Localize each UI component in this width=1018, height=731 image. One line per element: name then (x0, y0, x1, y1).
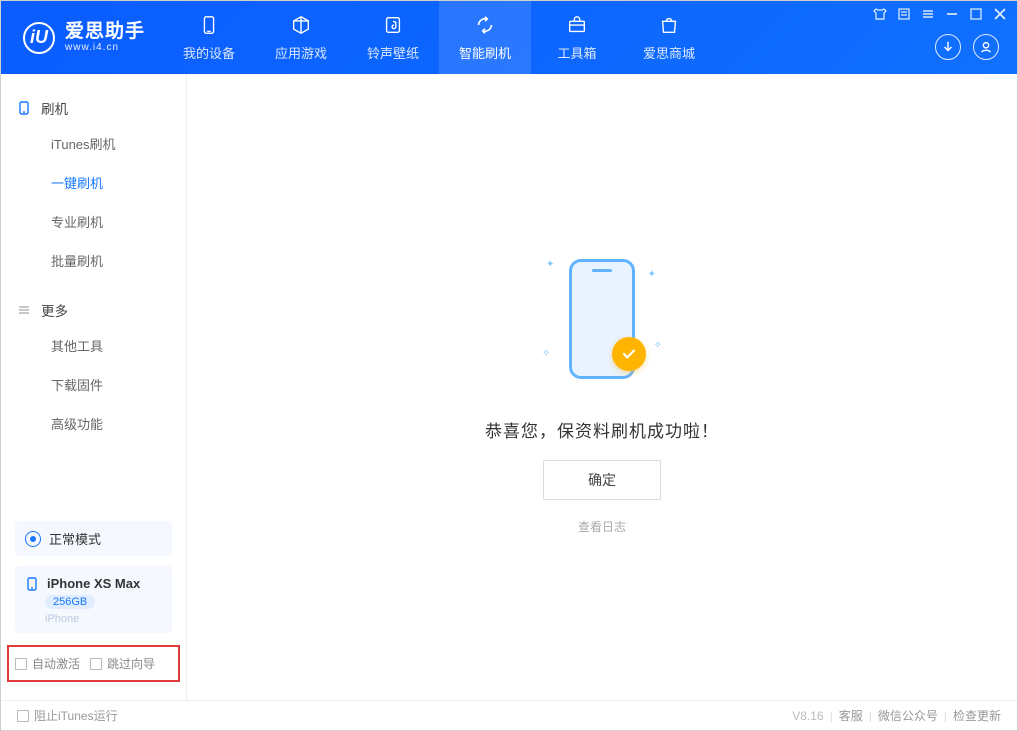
toolbox-icon (565, 13, 589, 37)
list-icon (17, 303, 31, 317)
note-icon[interactable] (897, 7, 911, 21)
app-title: 爱思助手 (65, 22, 145, 43)
mode-icon (25, 531, 41, 547)
options-highlight-box: 自动激活 跳过向导 (7, 645, 180, 682)
sparkle-icon: ✦ (648, 269, 656, 280)
success-illustration: ✦ ✦ ✧ ✧ (532, 239, 672, 399)
statusbar: 阻止iTunes运行 V8.16 | 客服 | 微信公众号 | 检查更新 (1, 700, 1017, 730)
account-button[interactable] (973, 34, 999, 60)
sidebar-item-batch-flash[interactable]: 批量刷机 (1, 241, 186, 280)
menu-icon[interactable] (921, 7, 935, 21)
nav-ringtones[interactable]: 铃声壁纸 (347, 1, 439, 74)
success-badge-icon (612, 337, 646, 371)
main-content: ✦ ✦ ✧ ✧ 恭喜您，保资料刷机成功啦！ 确定 查看日志 (187, 74, 1017, 700)
sidebar-item-download-firmware[interactable]: 下载固件 (1, 365, 186, 404)
device-icon (197, 13, 221, 37)
checkbox-icon (90, 658, 102, 670)
device-card[interactable]: iPhone XS Max 256GB iPhone (15, 566, 172, 633)
app-window: iU 爱思助手 www.i4.cn 我的设备 应用游戏 铃声壁纸 智能刷机 (0, 0, 1018, 731)
link-wechat[interactable]: 微信公众号 (878, 707, 938, 724)
minimize-icon[interactable] (945, 7, 959, 21)
logo-text: 爱思助手 www.i4.cn (65, 22, 145, 54)
device-storage: 256GB (45, 595, 95, 609)
sparkle-icon: ✧ (542, 348, 550, 359)
sidebar-item-itunes-flash[interactable]: iTunes刷机 (1, 124, 186, 163)
logo-icon: iU (23, 22, 55, 54)
shirt-icon[interactable] (873, 7, 887, 21)
sidebar-item-pro-flash[interactable]: 专业刷机 (1, 202, 186, 241)
checkbox-skip-wizard[interactable]: 跳过向导 (90, 655, 155, 672)
sidebar-section-more: 更多 (1, 294, 186, 326)
device-kind: iPhone (45, 613, 162, 625)
sidebar-section-more-title: 更多 (41, 300, 68, 320)
logo: iU 爱思助手 www.i4.cn (1, 22, 163, 54)
app-subtitle: www.i4.cn (65, 42, 145, 53)
header-right (935, 34, 999, 60)
maximize-icon[interactable] (969, 7, 983, 21)
phone-icon (17, 101, 31, 115)
device-mode-chip[interactable]: 正常模式 (15, 521, 172, 556)
checkbox-icon (15, 658, 27, 670)
device-phone-icon (25, 577, 39, 591)
cube-icon (289, 13, 313, 37)
version-label: V8.16 (792, 709, 823, 723)
close-icon[interactable] (993, 7, 1007, 21)
sidebar-item-advanced[interactable]: 高级功能 (1, 404, 186, 443)
link-support[interactable]: 客服 (839, 707, 863, 724)
nav-toolbox[interactable]: 工具箱 (531, 1, 623, 74)
download-button[interactable] (935, 34, 961, 60)
sidebar-item-other-tools[interactable]: 其他工具 (1, 326, 186, 365)
music-icon (381, 13, 405, 37)
window-controls (873, 7, 1007, 21)
nav-store[interactable]: 爱思商城 (623, 1, 715, 74)
header: iU 爱思助手 www.i4.cn 我的设备 应用游戏 铃声壁纸 智能刷机 (1, 1, 1017, 74)
checkbox-icon (17, 710, 29, 722)
bag-icon (657, 13, 681, 37)
nav-apps-games[interactable]: 应用游戏 (255, 1, 347, 74)
device-mode-label: 正常模式 (49, 529, 101, 548)
main-nav: 我的设备 应用游戏 铃声壁纸 智能刷机 工具箱 爱思商城 (163, 1, 715, 74)
refresh-icon (473, 13, 497, 37)
ok-button[interactable]: 确定 (543, 460, 661, 500)
sidebar-item-onekey-flash[interactable]: 一键刷机 (1, 163, 186, 202)
sparkle-icon: ✧ (654, 340, 662, 351)
sparkle-icon: ✦ (546, 259, 554, 270)
checkbox-auto-activate[interactable]: 自动激活 (15, 655, 80, 672)
body: 刷机 iTunes刷机 一键刷机 专业刷机 批量刷机 更多 其他工具 下载固件 … (1, 74, 1017, 700)
success-message: 恭喜您，保资料刷机成功啦！ (485, 417, 719, 442)
device-panel: 正常模式 iPhone XS Max 256GB iPhone (15, 521, 172, 633)
checkbox-block-itunes[interactable]: 阻止iTunes运行 (17, 707, 118, 724)
device-name: iPhone XS Max (47, 576, 140, 591)
nav-smart-flash[interactable]: 智能刷机 (439, 1, 531, 74)
sidebar-section-flash: 刷机 (1, 92, 186, 124)
link-check-update[interactable]: 检查更新 (953, 707, 1001, 724)
view-log-link[interactable]: 查看日志 (578, 518, 626, 535)
sidebar: 刷机 iTunes刷机 一键刷机 专业刷机 批量刷机 更多 其他工具 下载固件 … (1, 74, 187, 700)
sidebar-section-flash-title: 刷机 (41, 98, 68, 118)
nav-my-device[interactable]: 我的设备 (163, 1, 255, 74)
